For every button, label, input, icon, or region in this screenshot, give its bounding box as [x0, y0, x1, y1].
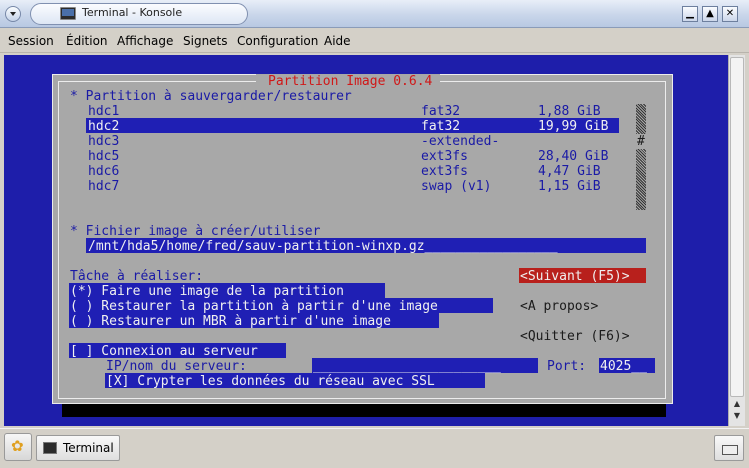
scroll-up-icon[interactable]: ▲: [730, 399, 744, 411]
task-option-restore-mbr[interactable]: ( ) Restaurer un MBR à partir d'une imag…: [70, 314, 391, 329]
partition-name: hdc7: [88, 179, 120, 194]
window-menu-icon[interactable]: [5, 6, 21, 22]
partition-name: hdc2: [88, 119, 120, 134]
menu-aide[interactable]: Aide: [324, 34, 351, 48]
partition-list-scrollbar[interactable]: [636, 104, 646, 210]
minimize-button[interactable]: ▁: [682, 6, 698, 22]
partition-fs: swap (v1): [421, 179, 492, 194]
close-button[interactable]: ✕: [722, 6, 738, 22]
taskbar: Terminal: [0, 428, 749, 468]
about-button[interactable]: <A propos>: [520, 299, 598, 314]
title-bar: Terminal - Konsole ▁ ▲ ✕: [0, 0, 749, 28]
partition-name: hdc1: [88, 104, 120, 119]
server-ip-input[interactable]: ________________________: [313, 359, 501, 374]
server-ip-label: IP/nom du serveur:: [106, 359, 247, 374]
image-file-input[interactable]: /mnt/hda5/home/fred/sauv-partition-winxp…: [88, 239, 558, 254]
port-input[interactable]: 4025__: [600, 359, 647, 374]
partition-size: 19,99 GiB: [538, 119, 609, 134]
window-title: Terminal - Konsole: [82, 6, 183, 19]
maximize-button[interactable]: ▲: [702, 6, 718, 22]
menu-signets[interactable]: Signets: [183, 34, 228, 48]
partition-fs: ext3fs: [421, 149, 468, 164]
partition-header: * Partition à sauvergarder/restaurer: [70, 89, 352, 104]
scrollbar-thumb[interactable]: [730, 57, 744, 397]
scroll-position-marker: #: [637, 134, 645, 149]
partition-name: hdc3: [88, 134, 120, 149]
menu-edition[interactable]: Édition: [66, 34, 108, 48]
partition-size: 4,47 GiB: [538, 164, 601, 179]
partition-name: hdc5: [88, 149, 120, 164]
partition-fs: -extended-: [421, 134, 500, 149]
task-option-restore[interactable]: ( ) Restaurer la partition à partir d'un…: [70, 299, 438, 314]
kde-menu-icon[interactable]: [4, 433, 32, 461]
menu-bar: Session Édition Affichage Signets Config…: [0, 29, 749, 53]
next-button[interactable]: <Suivant (F5)>: [520, 269, 630, 284]
taskbar-terminal-label: Terminal: [63, 441, 114, 455]
dialog-title: Partition Image 0.6.4: [268, 74, 433, 89]
task-label: Tâche à réaliser:: [70, 269, 204, 284]
image-file-header: * Fichier image à créer/utiliser: [70, 224, 321, 239]
terminal-scrollbar[interactable]: ▲ ▼: [728, 55, 745, 426]
menu-configuration[interactable]: Configuration: [237, 34, 318, 48]
partition-fs: fat32: [421, 104, 461, 119]
partition-size: 1,15 GiB: [538, 179, 601, 194]
show-desktop-icon[interactable]: [714, 435, 744, 461]
terminal-icon: [60, 7, 76, 20]
port-label: Port:: [547, 359, 587, 374]
menu-session[interactable]: Session: [8, 34, 54, 48]
ssl-checkbox[interactable]: [X] Crypter les données du réseau avec S…: [106, 374, 435, 389]
scroll-down-icon[interactable]: ▼: [730, 411, 744, 423]
partition-size: 28,40 GiB: [538, 149, 609, 164]
partition-name: hdc6: [88, 164, 120, 179]
partition-fs: fat32: [421, 119, 461, 134]
quit-button[interactable]: <Quitter (F6)>: [520, 329, 630, 344]
partition-fs: ext3fs: [421, 164, 468, 179]
server-checkbox[interactable]: [ ] Connexion au serveur: [70, 344, 258, 359]
menu-affichage[interactable]: Affichage: [117, 34, 173, 48]
partition-size: 1,88 GiB: [538, 104, 601, 119]
terminal-icon: [43, 442, 57, 454]
task-option-save[interactable]: (*) Faire une image de la partition: [70, 284, 344, 299]
taskbar-terminal-button[interactable]: Terminal: [36, 435, 120, 461]
